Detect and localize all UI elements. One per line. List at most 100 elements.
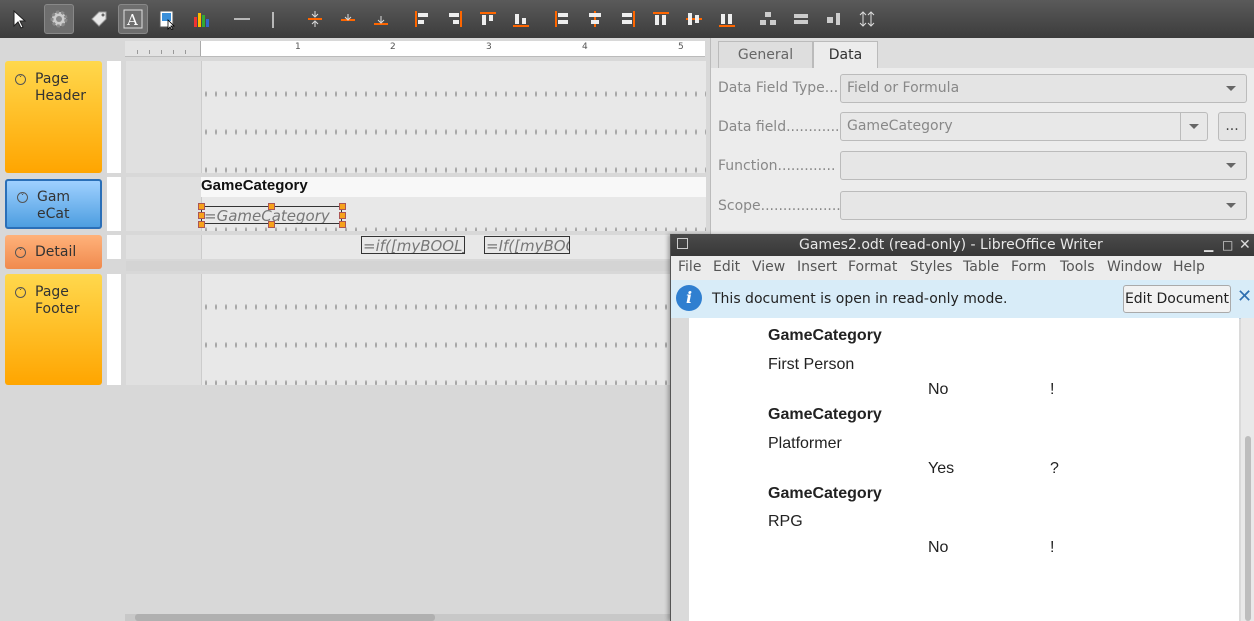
chevron-down-icon (1226, 86, 1236, 91)
align-top-icon[interactable] (473, 4, 503, 34)
collapse-icon[interactable]: ˅ (15, 287, 26, 298)
close-icon[interactable]: ✕ (1239, 234, 1251, 256)
tab-data[interactable]: Data (813, 41, 878, 68)
group-label[interactable]: GameCategory (201, 177, 308, 194)
scope-label: Scope................... (718, 198, 846, 214)
row-mark: ! (1050, 539, 1055, 556)
detail-formula-field-bool[interactable]: =if([myBOOL]; (361, 236, 465, 254)
row-mark: ! (1050, 381, 1055, 398)
window-title: Games2.odt (read-only) - LibreOffice Wri… (799, 237, 1103, 253)
menu-format[interactable]: Format (848, 259, 897, 275)
data-field-label: Data field............ (718, 119, 840, 135)
align-top-to-section-icon[interactable] (646, 4, 676, 34)
align-right-to-section-icon[interactable] (613, 4, 643, 34)
document-icon (677, 238, 688, 249)
page-footer-band[interactable] (126, 274, 706, 385)
writer-menubar: File Edit View Insert Format Styles Tabl… (671, 256, 1254, 280)
section-page-header[interactable]: ˅ Page Header (5, 61, 102, 173)
menu-table[interactable]: Table (963, 259, 999, 275)
chart-icon[interactable] (186, 4, 216, 34)
row-value: No (928, 539, 949, 556)
data-field-type-label: Data Field Type... (718, 80, 839, 96)
close-infobar-icon[interactable]: ✕ (1237, 286, 1252, 307)
menu-file[interactable]: File (678, 259, 701, 275)
gear-icon[interactable] (44, 4, 74, 34)
align-bottom-edge-icon[interactable] (366, 4, 396, 34)
ruler-mark: 5 (678, 42, 684, 52)
menu-help[interactable]: Help (1173, 259, 1205, 275)
data-field-type-select[interactable]: Field or Formula (840, 74, 1247, 103)
row-value: Yes (928, 460, 955, 477)
scope-select[interactable] (840, 191, 1247, 220)
row-category: Platformer (768, 435, 842, 452)
menu-edit[interactable]: Edit (713, 259, 740, 275)
align-bottom-icon[interactable] (506, 4, 536, 34)
shrink-horizontal-icon[interactable] (786, 4, 816, 34)
text-field-icon[interactable]: A (118, 4, 148, 34)
section-label: Page Header (35, 71, 86, 104)
ruler-mark: 4 (582, 42, 588, 52)
align-top-edge-icon[interactable] (333, 4, 363, 34)
align-left-to-section-icon[interactable] (547, 4, 577, 34)
align-center-horizontal-icon[interactable] (580, 4, 610, 34)
align-bottom-to-section-icon[interactable] (712, 4, 742, 34)
menu-form[interactable]: Form (1011, 259, 1046, 275)
section-gutter (107, 177, 121, 231)
row-value: No (928, 381, 949, 398)
vertical-line-icon[interactable] (258, 4, 288, 34)
writer-titlebar[interactable]: Games2.odt (read-only) - LibreOffice Wri… (671, 234, 1254, 256)
infobar-message: This document is open in read-only mode. (712, 291, 1008, 307)
align-right-icon[interactable] (440, 4, 470, 34)
menu-window[interactable]: Window (1107, 259, 1162, 275)
chevron-down-icon (1226, 163, 1236, 168)
readonly-infobar: i This document is open in read-only mod… (671, 280, 1254, 319)
detail-formula-field-if[interactable]: =If([myBOO (484, 236, 570, 254)
svg-text:A: A (126, 11, 138, 29)
data-field-input[interactable]: GameCategory (840, 112, 1208, 141)
browse-button[interactable]: ... (1218, 112, 1246, 141)
chevron-down-icon (1189, 124, 1199, 129)
collapse-icon[interactable]: ˅ (15, 247, 26, 258)
horizontal-line-icon[interactable] (226, 4, 256, 34)
tag-label-icon[interactable] (84, 4, 114, 34)
info-icon: i (676, 285, 702, 311)
vertical-scrollbar[interactable] (1241, 318, 1254, 621)
section-label: Gam eCat (37, 189, 71, 222)
maximize-icon[interactable]: □ (1222, 234, 1233, 256)
horizontal-scrollbar[interactable] (125, 614, 670, 621)
page-header-band[interactable] (126, 61, 706, 173)
image-icon[interactable] (152, 4, 182, 34)
function-label: Function............. (718, 158, 836, 174)
menu-view[interactable]: View (752, 259, 785, 275)
section-detail[interactable]: ˅ Detail (5, 235, 102, 269)
stretch-icon[interactable] (852, 4, 882, 34)
align-middle-to-section-icon[interactable] (679, 4, 709, 34)
row-header: GameCategory (768, 327, 882, 344)
section-gutter (107, 235, 121, 259)
section-page-footer[interactable]: ˅ Page Footer (5, 274, 102, 385)
align-center-vertical-icon[interactable] (300, 4, 330, 34)
menu-insert[interactable]: Insert (797, 259, 837, 275)
collapse-icon[interactable]: ˅ (17, 192, 28, 203)
ruler-mark: 3 (486, 42, 492, 52)
menu-tools[interactable]: Tools (1060, 259, 1095, 275)
tab-general[interactable]: General (718, 41, 813, 68)
row-category: RPG (768, 513, 803, 530)
document-page[interactable]: GameCategory First Person No ! GameCateg… (689, 318, 1239, 621)
chevron-down-icon (1226, 203, 1236, 208)
writer-window: Games2.odt (read-only) - LibreOffice Wri… (670, 234, 1254, 621)
row-category: First Person (768, 356, 855, 373)
align-left-icon[interactable] (407, 4, 437, 34)
minimize-icon[interactable]: ▁ (1204, 234, 1213, 256)
function-select[interactable] (840, 151, 1247, 180)
section-group-gamecategory[interactable]: ˅ Gam eCat (5, 179, 102, 229)
row-header: GameCategory (768, 406, 882, 423)
menu-styles[interactable]: Styles (910, 259, 952, 275)
edit-document-button[interactable]: Edit Document (1123, 285, 1231, 313)
shrink-vertical-icon[interactable] (819, 4, 849, 34)
band-spacer (126, 261, 706, 271)
collapse-icon[interactable]: ˅ (15, 74, 26, 85)
select-pointer-icon[interactable] (4, 4, 34, 34)
data-field-value: GameCategory (847, 118, 953, 134)
shrink-icon[interactable] (753, 4, 783, 34)
